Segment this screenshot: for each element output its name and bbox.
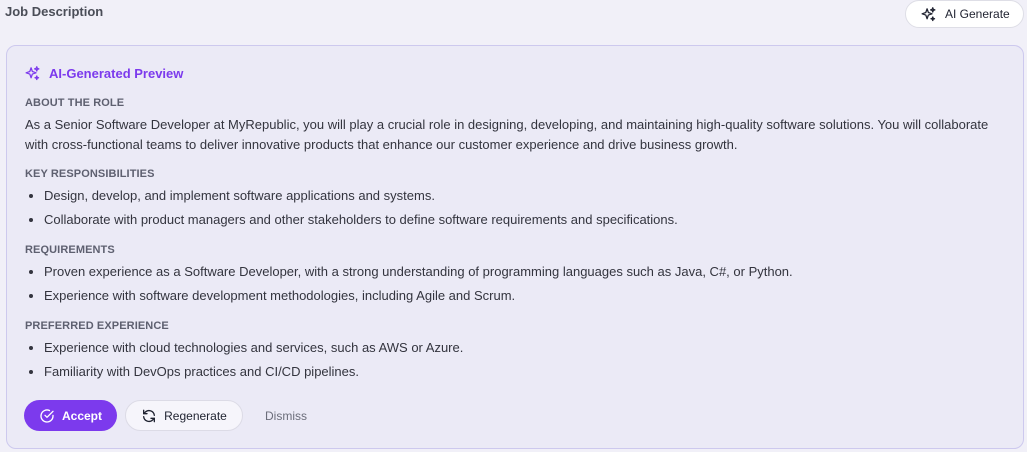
- regenerate-label: Regenerate: [164, 408, 227, 423]
- regenerate-button[interactable]: Regenerate: [125, 400, 243, 431]
- accept-button[interactable]: Accept: [24, 400, 117, 431]
- ai-preview-card: AI-Generated Preview ABOUT THE ROLE As a…: [6, 45, 1024, 449]
- list-item: Design, develop, and implement software …: [29, 188, 435, 203]
- section-heading-about-role: ABOUT THE ROLE: [25, 97, 125, 109]
- ai-generate-button[interactable]: AI Generate: [905, 0, 1024, 28]
- preview-title: AI-Generated Preview: [49, 66, 184, 81]
- check-circle-icon: [40, 408, 54, 423]
- preview-header: AI-Generated Preview: [24, 65, 183, 82]
- accept-label: Accept: [61, 408, 102, 423]
- bullet-dot: [29, 369, 33, 374]
- section-heading-key-responsibilities: KEY RESPONSIBILITIES: [25, 168, 155, 180]
- list-item: Experience with software development met…: [29, 288, 515, 303]
- sparkles-icon: [921, 6, 936, 21]
- job-description-label: Job Description: [5, 4, 104, 19]
- section-heading-requirements: REQUIREMENTS: [25, 244, 115, 256]
- list-item: Proven experience as a Software Develope…: [29, 264, 793, 279]
- bullet-dot: [29, 217, 33, 222]
- bullet-dot: [29, 269, 33, 274]
- bullet-dot: [29, 293, 33, 298]
- dismiss-button[interactable]: Dismiss: [251, 409, 321, 423]
- about-role-text: As a Senior Software Developer at MyRepu…: [25, 117, 989, 152]
- bullet-dot: [29, 345, 33, 350]
- list-item: Collaborate with product managers and ot…: [29, 212, 678, 227]
- list-item: Experience with cloud technologies and s…: [29, 340, 463, 355]
- ai-generate-label: AI Generate: [945, 7, 1010, 21]
- section-heading-preferred-experience: PREFERRED EXPERIENCE: [25, 320, 169, 332]
- list-item: Familiarity with DevOps practices and CI…: [29, 364, 359, 379]
- sparkles-icon: [25, 66, 40, 81]
- refresh-icon: [143, 409, 156, 422]
- bullet-dot: [29, 193, 33, 198]
- preview-actions: Accept Regenerate Dismiss: [24, 400, 321, 431]
